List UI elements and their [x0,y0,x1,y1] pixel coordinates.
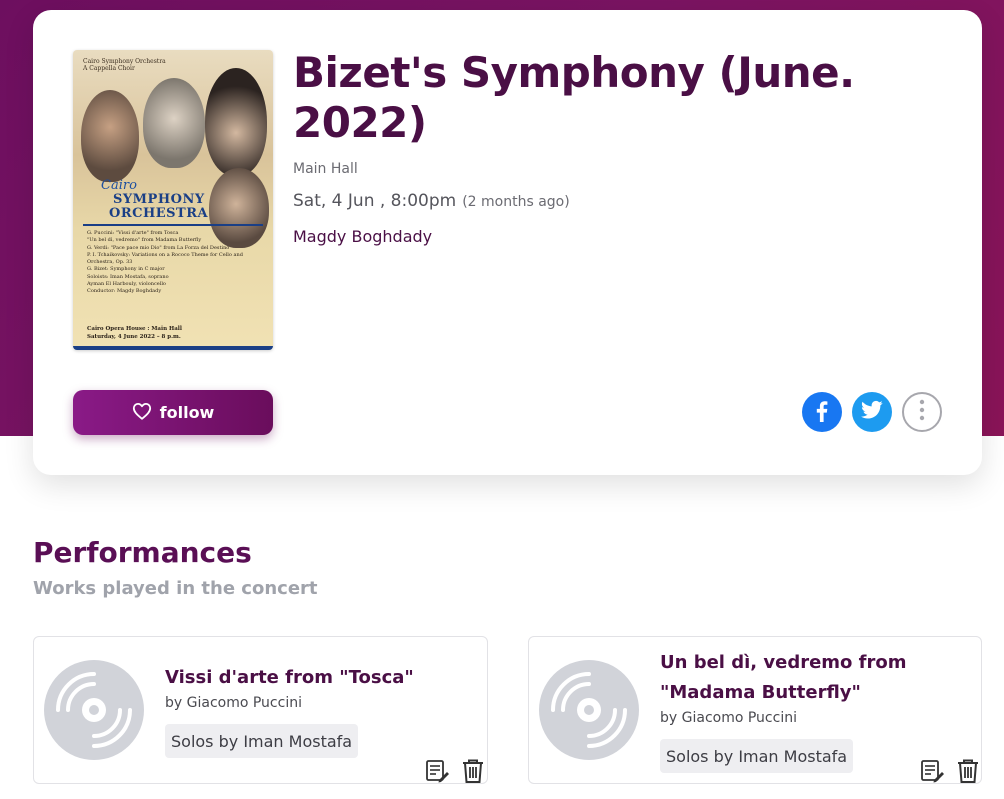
more-vertical-icon [919,399,925,425]
section-subtitle: Works played in the concert [33,578,318,599]
event-venue: Main Hall [293,161,358,177]
vinyl-disc-icon [539,660,639,760]
event-date: Sat, 4 Jun , 8:00pm [293,191,457,211]
performance-title[interactable]: Vissi d'arte from "Tosca" [165,663,465,693]
poster-divider [83,224,263,226]
poster-portrait-tchaikovsky [143,78,205,168]
facebook-share-button[interactable] [802,392,842,432]
poster-program-line: G. Verdi: "Pace pace mio Dio" from La Fo… [87,244,230,251]
poster-footer-line: Cairo Opera House : Main Hall [87,326,182,332]
twitter-icon [861,400,883,424]
poster-title-line: ORCHESTRA [109,206,209,221]
poster-footer-line: Saturday, 4 June 2022 – 8 p.m. [87,333,181,340]
poster-program-line: G. Bizet: Symphony in C major [87,266,165,273]
soloist-chip: Solos by Iman Mostafa [165,724,359,758]
edit-list-icon[interactable] [424,758,450,784]
heart-icon [132,402,152,424]
performance-composer: by Giacomo Puccini [660,710,797,726]
more-options-button[interactable] [902,392,942,432]
poster-bottom-bar [73,346,273,350]
poster-program-line: "Un bel dì, vedremo" from Madama Butterf… [87,237,202,244]
event-conductor[interactable]: Magdy Boghdady [293,227,432,246]
event-relative-time: (2 months ago) [462,194,570,210]
event-title: Bizet's Symphony (June. 2022) [293,48,855,147]
facebook-icon [810,398,834,426]
poster-program-line: Ayman El Harbouly, violoncello [87,280,166,287]
soloist-chip: Solos by Iman Mostafa [660,739,854,773]
poster-footer: Cairo Opera House : Main Hall Saturday, … [87,326,182,341]
poster-program-line: Soloists: Iman Mostafa, soprano [87,273,169,280]
poster-portrait-verdi [205,68,267,176]
trash-icon[interactable] [955,758,981,784]
poster-portrait-bizet [81,90,139,182]
section-title: Performances [33,536,252,569]
poster-title-line: SYMPHONY [113,192,205,207]
vinyl-disc-icon [44,660,144,760]
performance-card[interactable]: Un bel dì, vedremo from "Madama Butterfl… [528,636,982,784]
poster-header-line: A Cappella Choir [83,65,135,73]
poster-program: G. Puccini: "Vissi d'arte" from Tosca "U… [87,230,263,295]
poster-title-line: Cairo [101,178,137,193]
twitter-share-button[interactable] [852,392,892,432]
poster-program-line: Conductor: Magdy Boghdady [87,288,162,294]
performance-composer: by Giacomo Puccini [165,695,302,711]
follow-label: follow [159,403,215,422]
poster-program-line: P. I. Tchaikovsky: Variations on a Rococ… [87,251,243,265]
event-card: Cairo Symphony Orchestra A Cappella Choi… [33,10,982,475]
performance-title[interactable]: Un bel dì, vedremo from "Madama Butterfl… [660,648,930,708]
poster-header-line: Cairo Symphony Orchestra [83,58,166,65]
poster-header: Cairo Symphony Orchestra A Cappella Choi… [83,58,166,72]
event-poster[interactable]: Cairo Symphony Orchestra A Cappella Choi… [73,50,273,350]
trash-icon[interactable] [460,758,486,784]
event-date-row: Sat, 4 Jun , 8:00pm (2 months ago) [293,191,570,211]
edit-list-icon[interactable] [919,758,945,784]
performance-card[interactable]: Vissi d'arte from "Tosca" by Giacomo Puc… [33,636,488,784]
follow-button[interactable]: follow [73,390,273,435]
